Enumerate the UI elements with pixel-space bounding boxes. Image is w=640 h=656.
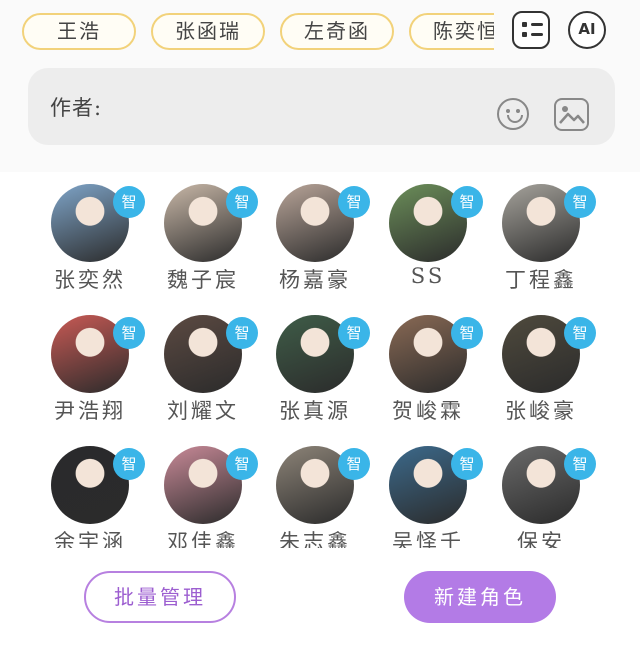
character-item[interactable]: 智 魏子宸 <box>138 178 258 298</box>
character-item[interactable]: 智 保安 <box>476 440 596 548</box>
character-grid: 智 张奕然 智 魏子宸 智 杨嘉豪 智 SS 智 丁程鑫 智 尹浩翔 智 刘耀文… <box>0 178 640 548</box>
character-item[interactable]: 智 邓佳鑫 <box>138 440 258 548</box>
batch-manage-button[interactable]: 批量管理 <box>84 571 236 623</box>
character-name: 贺峻霖 <box>392 399 464 423</box>
character-item[interactable]: 智 杨嘉豪 <box>250 178 370 298</box>
author-chip[interactable]: 王浩 <box>22 13 136 50</box>
character-item[interactable]: 智 SS <box>363 178 483 298</box>
author-chip-row: 王浩 张函瑞 左奇函 陈奕恒 <box>22 13 494 51</box>
character-item[interactable]: 智 贺峻霖 <box>363 309 483 429</box>
character-name: 尹浩翔 <box>54 399 126 423</box>
character-item[interactable]: 智 吴怿千 <box>363 440 483 548</box>
top-input-area: 王浩 张函瑞 左奇函 陈奕恒 AI 作者: <box>0 0 640 172</box>
image-icon-glyph <box>559 106 585 124</box>
character-item[interactable]: 智 张峻豪 <box>476 309 596 429</box>
character-name: 刘耀文 <box>167 399 239 423</box>
character-item[interactable]: 智 丁程鑫 <box>476 178 596 298</box>
contact-card-icon[interactable] <box>512 11 550 49</box>
character-name: 邓佳鑫 <box>167 530 239 548</box>
character-item[interactable]: 智 尹浩翔 <box>25 309 145 429</box>
character-name: 魏子宸 <box>167 268 239 292</box>
emoji-eye <box>516 109 520 113</box>
contact-card-dot <box>522 22 527 27</box>
emoji-eye <box>506 109 510 113</box>
character-item[interactable]: 智 张真源 <box>250 309 370 429</box>
contact-card-dot <box>522 32 527 37</box>
character-item[interactable]: 智 朱志鑫 <box>250 440 370 548</box>
character-name: 杨嘉豪 <box>279 268 351 292</box>
character-name: 保安 <box>517 530 565 548</box>
character-name: 张峻豪 <box>505 399 577 423</box>
emoji-mouth <box>507 115 523 123</box>
author-chip[interactable]: 左奇函 <box>280 13 394 50</box>
contact-card-line <box>531 33 543 36</box>
smart-badge: 智 <box>564 448 596 480</box>
author-label: 作者: <box>50 96 103 120</box>
smart-badge: 智 <box>564 186 596 218</box>
character-name: 吴怿千 <box>392 530 464 548</box>
smart-badge: 智 <box>564 317 596 349</box>
new-character-button[interactable]: 新建角色 <box>404 571 556 623</box>
author-input[interactable]: 作者: <box>28 68 615 145</box>
emoji-icon[interactable] <box>497 98 529 130</box>
author-chip[interactable]: 陈奕恒 <box>409 13 494 50</box>
author-chip[interactable]: 张函瑞 <box>151 13 265 50</box>
character-item[interactable]: 智 张奕然 <box>25 178 145 298</box>
character-name: 余宇涵 <box>54 530 126 548</box>
character-name: 张真源 <box>279 399 351 423</box>
character-name: 丁程鑫 <box>505 268 577 292</box>
character-name: 张奕然 <box>54 268 126 292</box>
ai-button[interactable]: AI <box>568 11 606 49</box>
contact-card-line <box>531 23 543 26</box>
character-item[interactable]: 智 余宇涵 <box>25 440 145 548</box>
character-name: SS <box>410 264 446 288</box>
character-item[interactable]: 智 刘耀文 <box>138 309 258 429</box>
character-name: 朱志鑫 <box>279 530 351 548</box>
image-icon[interactable] <box>554 98 589 131</box>
